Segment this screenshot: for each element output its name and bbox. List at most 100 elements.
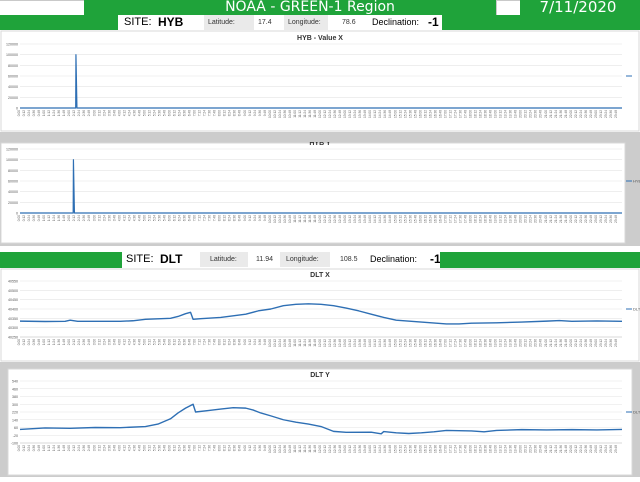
x-tick-label: 23:24 bbox=[604, 215, 608, 223]
x-tick-label: 0:00 bbox=[17, 215, 21, 221]
report-date: 7/11/2020 bbox=[539, 0, 617, 16]
x-tick-label: 3:00 bbox=[92, 215, 96, 221]
x-tick-label: 22:12 bbox=[574, 445, 578, 453]
x-tick-label: 21:12 bbox=[549, 215, 553, 223]
x-tick-label: 4:12 bbox=[122, 339, 126, 345]
x-tick-label: 19:12 bbox=[499, 215, 503, 223]
x-tick-label: 4:00 bbox=[117, 215, 121, 221]
x-tick-label: 2:12 bbox=[72, 215, 76, 221]
x-tick-label: 13:24 bbox=[353, 339, 357, 347]
x-tick-label: 9:12 bbox=[248, 339, 252, 345]
y-tick-label: -20 bbox=[13, 434, 18, 438]
y-tick-label: 80000 bbox=[8, 169, 18, 173]
x-tick-label: 11:36 bbox=[308, 215, 312, 223]
y-tick-label: 40500 bbox=[8, 289, 18, 293]
x-tick-label: 3:36 bbox=[107, 215, 111, 221]
x-tick-label: 3:48 bbox=[112, 215, 116, 221]
x-tick-label: 11:00 bbox=[293, 339, 297, 347]
x-tick-label: 1:00 bbox=[42, 110, 46, 116]
x-tick-label: 1:36 bbox=[57, 445, 61, 451]
x-tick-label: 3:36 bbox=[107, 110, 111, 116]
y-tick-label: 40550 bbox=[8, 280, 18, 284]
x-tick-label: 16:48 bbox=[438, 339, 442, 347]
x-tick-label: 4:12 bbox=[122, 110, 126, 116]
x-tick-label: 11:00 bbox=[293, 110, 297, 118]
x-tick-label: 8:00 bbox=[218, 445, 222, 451]
x-tick-label: 12:48 bbox=[338, 339, 342, 347]
y-tick-label: 300 bbox=[12, 403, 18, 407]
x-tick-label: 7:48 bbox=[213, 215, 217, 221]
x-tick-label: 14:48 bbox=[388, 445, 392, 453]
x-tick-label: 14:48 bbox=[388, 215, 392, 223]
x-tick-label: 0:24 bbox=[27, 110, 31, 116]
x-tick-label: 11:36 bbox=[308, 110, 312, 118]
chart-title: DLT X bbox=[310, 272, 330, 279]
x-tick-label: 15:36 bbox=[408, 339, 412, 347]
x-tick-label: 11:24 bbox=[303, 215, 307, 223]
x-tick-label: 10:24 bbox=[278, 110, 282, 118]
x-tick-label: 17:12 bbox=[448, 445, 452, 453]
x-tick-label: 18:36 bbox=[484, 110, 488, 118]
x-tick-label: 22:00 bbox=[569, 339, 573, 347]
x-tick-label: 6:12 bbox=[173, 445, 177, 451]
x-tick-label: 1:00 bbox=[42, 339, 46, 345]
y-tick-label: 40400 bbox=[8, 308, 18, 312]
chart-title: HYB - Value X bbox=[297, 35, 343, 42]
x-tick-label: 1:36 bbox=[57, 215, 61, 221]
chart-hyb-x: HYB - Value X 0 20000 40000 60000 80000 100000… bbox=[0, 30, 640, 132]
x-tick-label: 1:12 bbox=[47, 215, 51, 221]
x-tick-label: 3:12 bbox=[97, 339, 101, 345]
x-tick-label: 10:48 bbox=[288, 215, 292, 223]
y-tick-label: 120000 bbox=[6, 43, 18, 47]
x-tick-label: 7:12 bbox=[198, 110, 202, 116]
x-tick-label: 6:24 bbox=[178, 445, 182, 451]
x-tick-label: 16:24 bbox=[428, 215, 432, 223]
x-tick-label: 1:36 bbox=[57, 339, 61, 345]
longitude-label: Longitude: bbox=[286, 256, 319, 263]
x-tick-label: 15:36 bbox=[408, 110, 412, 118]
y-tick-label: 80000 bbox=[8, 64, 18, 68]
latitude-label: Latitude: bbox=[210, 256, 237, 263]
x-tick-label: 20:36 bbox=[534, 110, 538, 118]
x-tick-label: 17:36 bbox=[458, 110, 462, 118]
x-tick-label: 20:00 bbox=[519, 445, 523, 453]
x-tick-label: 5:36 bbox=[157, 110, 161, 116]
legend-label: DLT bbox=[633, 410, 640, 415]
x-tick-label: 23:24 bbox=[604, 339, 608, 347]
x-tick-label: 9:36 bbox=[258, 215, 262, 221]
x-tick-label: 16:48 bbox=[438, 215, 442, 223]
x-tick-label: 7:36 bbox=[208, 445, 212, 451]
chart-dlt-x: DLT X 40250 40300 40350 40400 40450 40500 40550… bbox=[0, 268, 640, 362]
x-tick-label: 11:36 bbox=[308, 445, 312, 453]
x-tick-label: 7:48 bbox=[213, 339, 217, 345]
x-tick-label: 13:24 bbox=[353, 110, 357, 118]
x-tick-label: 5:12 bbox=[147, 339, 151, 345]
latitude-label: Latitude: bbox=[208, 19, 235, 26]
x-tick-label: 14:12 bbox=[373, 339, 377, 347]
x-tick-label: 6:12 bbox=[173, 339, 177, 345]
x-tick-label: 8:48 bbox=[238, 110, 242, 116]
x-tick-label: 14:24 bbox=[378, 339, 382, 347]
x-tick-label: 20:48 bbox=[539, 110, 543, 118]
x-tick-label: 18:12 bbox=[474, 215, 478, 223]
x-tick-label: 17:00 bbox=[443, 339, 447, 347]
x-tick-label: 18:12 bbox=[474, 339, 478, 347]
x-tick-label: 4:24 bbox=[127, 215, 131, 221]
y-tick-label: 380 bbox=[12, 395, 18, 399]
x-tick-label: 19:12 bbox=[499, 110, 503, 118]
x-tick-label: 0:12 bbox=[22, 339, 26, 345]
x-tick-label: 16:48 bbox=[438, 445, 442, 453]
x-tick-label: 21:36 bbox=[559, 445, 563, 453]
x-tick-label: 18:48 bbox=[489, 215, 493, 223]
x-tick-label: 22:48 bbox=[589, 215, 593, 223]
x-tick-label: 19:48 bbox=[514, 339, 518, 347]
x-tick-label: 17:12 bbox=[448, 339, 452, 347]
x-tick-label: 21:24 bbox=[554, 339, 558, 347]
x-tick-label: 12:48 bbox=[338, 215, 342, 223]
x-tick-label: 13:36 bbox=[358, 445, 362, 453]
x-tick-label: 17:36 bbox=[458, 215, 462, 223]
x-tick-label: 13:24 bbox=[353, 445, 357, 453]
x-tick-label: 13:48 bbox=[363, 215, 367, 223]
x-tick-label: 9:24 bbox=[253, 445, 257, 451]
x-tick-label: 23:48 bbox=[614, 215, 618, 223]
